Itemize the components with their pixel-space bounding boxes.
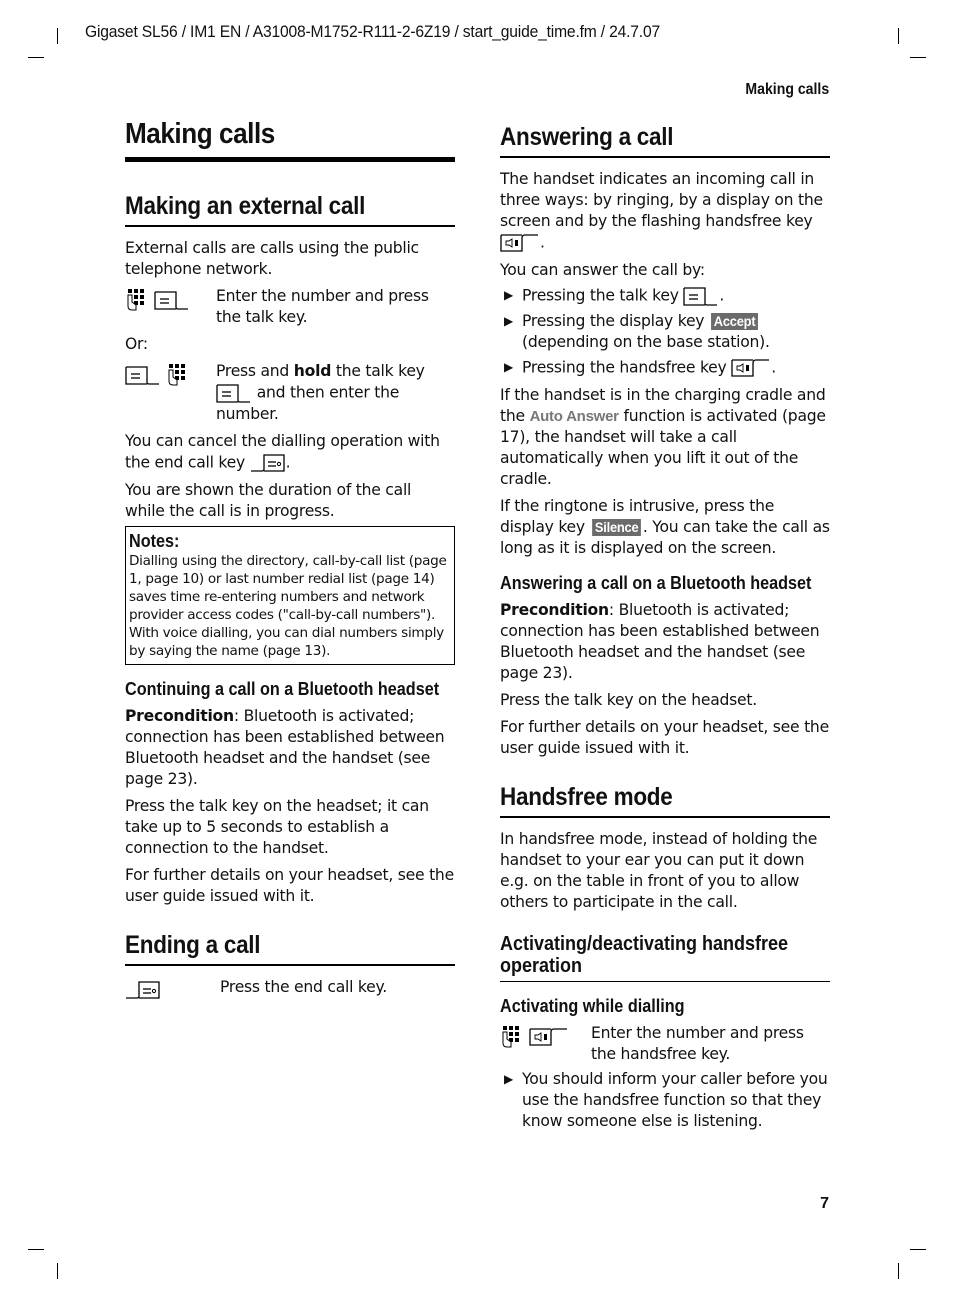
step-hold-talk-then-dial: Press and hold the talk key and then ent… [125,361,455,425]
notes-box: Notes: Dialling using the directory, cal… [125,526,455,665]
incoming-call-text: The handset indicates an incoming call i… [500,169,830,254]
bullet-arrow-icon: ▶ [504,288,514,302]
bullet-arrow-icon: ▶ [504,314,514,328]
or-label: Or: [125,335,148,353]
handsfree-key-icon [529,1028,568,1046]
document-info-line: Gigaset SL56 / IM1 EN / A31008-M1752-R11… [85,22,660,41]
crop-mark [28,57,44,58]
crop-mark [910,1249,926,1250]
external-call-intro: External calls are calls using the publi… [125,239,419,278]
right-column: Answering a call The handset indicates a… [500,118,830,1132]
step-text: Press and hold the talk key and then ent… [216,362,425,423]
crop-mark [57,28,58,44]
menu-term-auto-answer: Auto Answer [529,408,619,425]
handsfree-key-icon [500,234,539,252]
auto-answer-text: If the handset is in the charging cradle… [500,386,826,488]
section-heading-handsfree: Handsfree mode [500,783,673,811]
crop-mark [28,1249,44,1250]
talk-key-icon [125,366,160,385]
bluetooth-paragraph: For further details on your headset, see… [500,718,829,757]
duration-text: You are shown the duration of the call w… [125,481,412,520]
left-column: Making calls Making an external call Ext… [125,118,455,1001]
precondition-text: Precondition: Bluetooth is activated; co… [500,601,820,682]
section-heading-answering: Answering a call [500,123,674,151]
crop-mark [898,28,899,44]
step-text: Press the end call key. [220,978,387,996]
precondition-text: Precondition: Bluetooth is activated; co… [125,707,445,788]
end-call-key-icon [125,981,160,999]
section-rule [500,816,830,818]
display-key-accept: Accept [711,313,759,330]
bluetooth-paragraph: For further details on your headset, see… [125,866,454,905]
bullet-arrow-icon: ▶ [504,360,514,374]
keypad-icon [168,363,186,386]
step-text: Enter the number and press the talk key. [216,287,429,326]
running-head: Making calls [745,81,829,98]
bluetooth-paragraph: Press the talk key on the headset. [500,691,757,709]
step-text: Enter the number and press the handsfree… [591,1024,804,1063]
section-rule [125,225,455,227]
subheading-bluetooth-continue: Continuing a call on a Bluetooth headset [125,679,440,699]
talk-key-icon [683,287,719,306]
cancel-dialling-text: You can cancel the dialling operation wi… [125,431,455,474]
bullet-arrow-icon: ▶ [504,1072,514,1086]
keypad-icon [127,288,145,311]
crop-mark [57,1263,58,1279]
section-rule [125,964,455,966]
bullet-item: ▶ Pressing the talk key . [500,285,830,307]
step-dial-then-handsfree: Enter the number and press the handsfree… [500,1023,830,1065]
display-key-silence: Silence [591,519,641,536]
bullet-item: ▶ You should inform your caller before y… [500,1069,830,1132]
handsfree-key-icon [731,359,770,377]
bullet-item: ▶ Pressing the display key Accept (depen… [500,311,830,353]
answer-by-text: You can answer the call by: [500,261,705,279]
step-end-call: Press the end call key. [125,977,455,1001]
bluetooth-paragraph: Press the talk key on the headset; it ca… [125,797,429,857]
bullet-item: ▶ Pressing the handsfree key . [500,357,830,379]
page-number: 7 [820,1195,829,1212]
subheading-bluetooth-answer: Answering a call on a Bluetooth headset [500,573,812,593]
section-rule [500,156,830,158]
keypad-icon [502,1025,520,1048]
notes-title: Notes: [129,531,180,551]
end-call-key-icon [250,454,285,472]
section-heading-ending-call: Ending a call [125,931,261,959]
handsfree-intro: In handsfree mode, instead of holding th… [500,830,818,911]
talk-key-icon [154,291,189,310]
silence-text: If the ringtone is intrusive, press the … [500,497,830,557]
note-item: Dialling using the directory, call-by-ca… [129,553,447,623]
section-heading-external-call: Making an external call [125,192,366,220]
subheading-activate-handsfree: Activating/deactivating handsfree operat… [500,933,789,977]
step-dial-then-talk: Enter the number and press the talk key. [125,286,455,328]
talk-key-icon [216,384,251,403]
subheading-activating-while-dialling: Activating while dialling [500,996,685,1016]
crop-mark [898,1263,899,1279]
note-item: With voice dialling, you can dial number… [129,625,444,659]
page-title: Making calls [125,118,275,150]
crop-mark [910,57,926,58]
